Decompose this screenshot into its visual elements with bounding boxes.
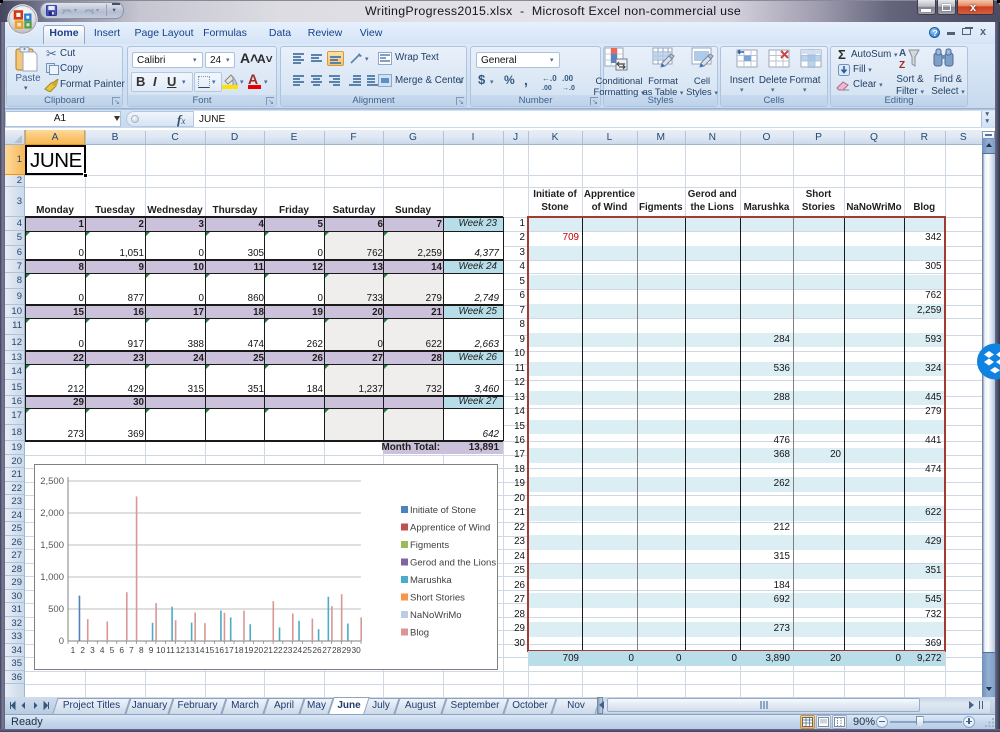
svg-text:14: 14	[195, 645, 205, 655]
svg-text:1,500: 1,500	[40, 540, 64, 551]
svg-text:12: 12	[176, 645, 186, 655]
svg-text:22: 22	[273, 645, 283, 655]
svg-text:28: 28	[332, 645, 342, 655]
svg-text:Initiate of Stone: Initiate of Stone	[410, 505, 476, 516]
svg-text:500: 500	[48, 604, 64, 615]
svg-text:4: 4	[100, 645, 105, 655]
svg-text:1: 1	[71, 645, 76, 655]
svg-text:Figments: Figments	[410, 540, 449, 551]
svg-text:7: 7	[129, 645, 134, 655]
svg-text:25: 25	[303, 645, 313, 655]
svg-text:15: 15	[205, 645, 215, 655]
svg-text:Blog: Blog	[410, 628, 429, 639]
svg-text:13: 13	[185, 645, 195, 655]
svg-text:1,000: 1,000	[40, 572, 64, 583]
svg-text:Gerod and the Lions: Gerod and the Lions	[410, 558, 496, 569]
svg-text:Z: Z	[899, 60, 905, 70]
svg-text:30: 30	[352, 645, 362, 655]
svg-text:18: 18	[234, 645, 244, 655]
svg-text:27: 27	[322, 645, 332, 655]
svg-text:0: 0	[59, 636, 64, 647]
svg-text:29: 29	[342, 645, 352, 655]
svg-text:24: 24	[293, 645, 303, 655]
svg-text:9: 9	[149, 645, 154, 655]
svg-text:10: 10	[156, 645, 166, 655]
svg-text:3: 3	[90, 645, 95, 655]
svg-text:NaNoWriMo: NaNoWriMo	[410, 610, 462, 621]
svg-text:2,500: 2,500	[40, 476, 64, 487]
svg-text:2,000: 2,000	[40, 508, 64, 519]
svg-text:21: 21	[264, 645, 274, 655]
svg-text:26: 26	[312, 645, 322, 655]
svg-text:Marushka: Marushka	[410, 575, 452, 586]
svg-text:8: 8	[139, 645, 144, 655]
svg-text:16: 16	[215, 645, 225, 655]
svg-text:19: 19	[244, 645, 254, 655]
svg-text:Short Stories: Short Stories	[410, 593, 465, 604]
svg-text:A: A	[899, 48, 906, 59]
svg-text:17: 17	[225, 645, 235, 655]
svg-text:Apprentice of Wind: Apprentice of Wind	[410, 523, 490, 534]
svg-text:5: 5	[110, 645, 115, 655]
svg-text:6: 6	[119, 645, 124, 655]
svg-text:11: 11	[166, 645, 175, 655]
svg-text:2: 2	[80, 645, 85, 655]
svg-text:23: 23	[283, 645, 293, 655]
svg-text:20: 20	[254, 645, 264, 655]
